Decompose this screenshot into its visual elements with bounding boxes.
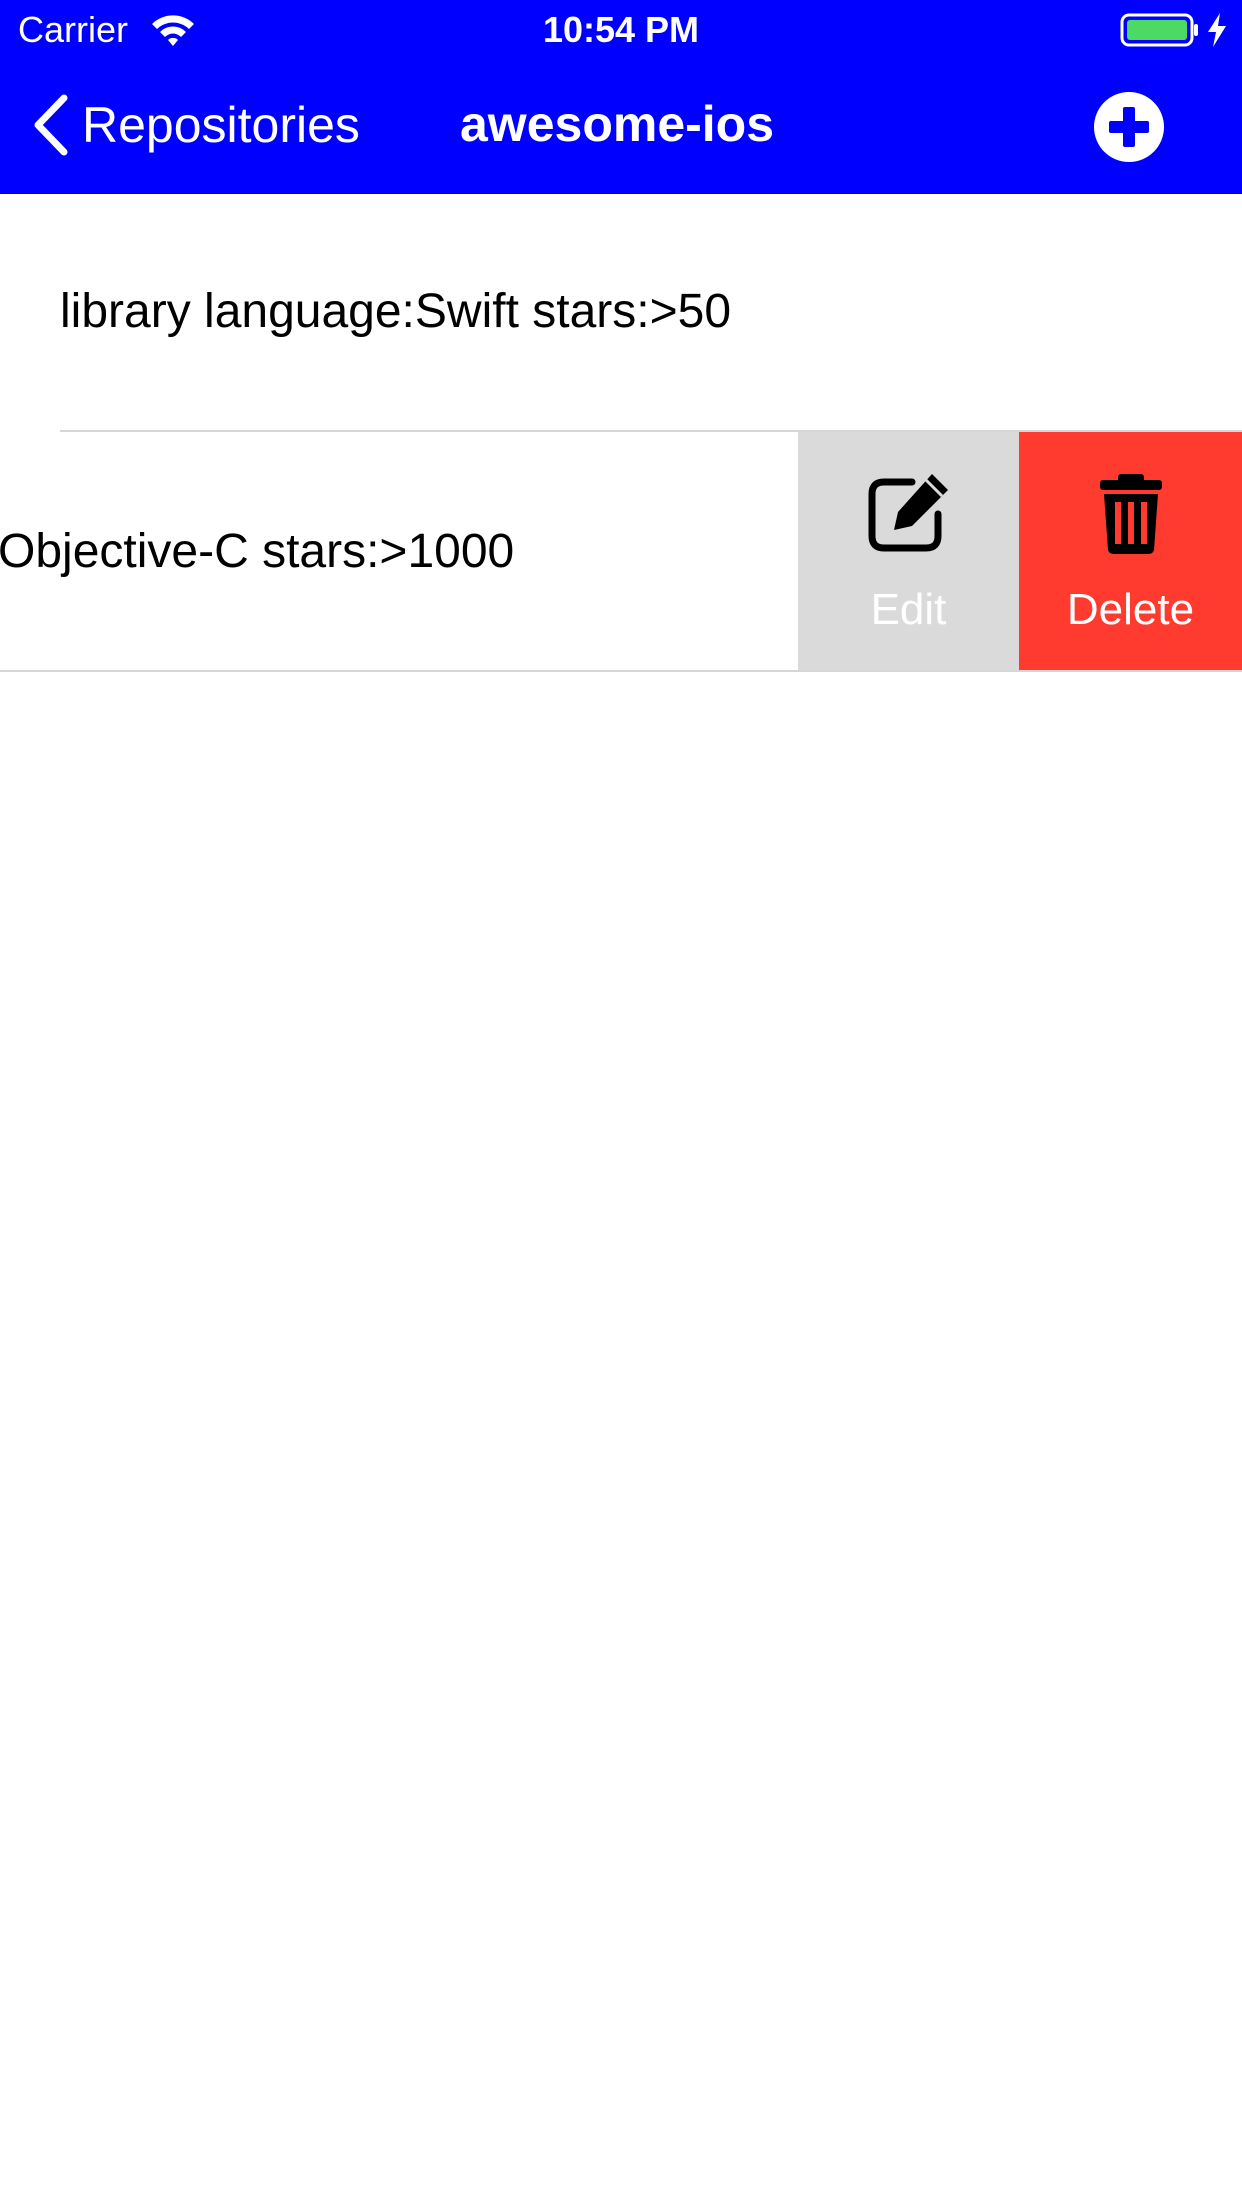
list-item-label: library language:Swift stars:>50 [60,285,732,338]
back-button-label: Repositories [82,97,360,153]
list-item[interactable]: library language:Swift stars:>50 [0,194,1242,432]
navigation-bar: Repositories awesome-ios [0,60,1242,194]
page-title: awesome-ios [460,96,775,152]
delete-button[interactable]: Delete [1019,432,1242,672]
edit-icon [868,474,948,552]
trash-icon [1099,474,1162,554]
chevron-left-icon [34,94,68,156]
status-time: 10:54 PM [542,9,700,50]
header: Carrier 10:54 PM Repositories awesome-io… [0,0,1242,194]
edit-button-label: Edit [870,585,947,634]
divider [0,670,1242,672]
battery-icon [1120,13,1198,47]
lightning-bolt-icon [1208,13,1226,47]
list-item-label: Objective-C stars:>1000 [0,525,515,578]
screen: Carrier 10:54 PM Repositories awesome-io… [0,0,1242,2208]
delete-button-label: Delete [1066,585,1195,634]
list-item-swiped[interactable]: Objective-C stars:>1000 Edit Delete [0,432,1242,672]
back-button[interactable]: Repositories [30,90,360,160]
edit-button[interactable]: Edit [798,432,1019,672]
status-bar: Carrier 10:54 PM [0,0,1242,60]
plus-circle-icon[interactable] [1092,90,1166,164]
